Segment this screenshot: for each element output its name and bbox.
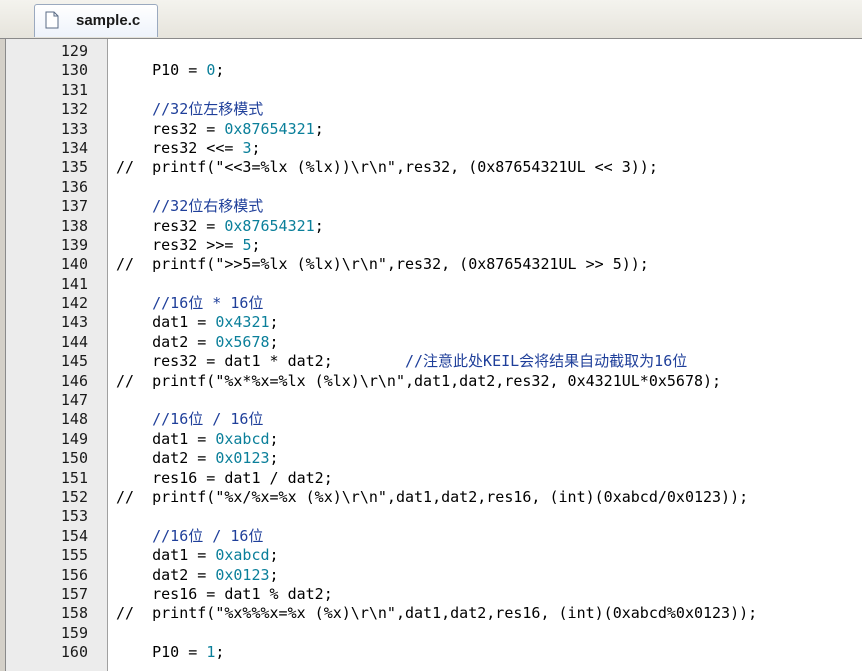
code-line[interactable]: 155 dat1 = 0xabcd; bbox=[6, 546, 862, 565]
line-number: 142 bbox=[60, 294, 88, 313]
code-line[interactable]: 132 //32位左移模式 bbox=[6, 100, 862, 119]
line-code: res16 = dat1 / dat2; bbox=[116, 468, 333, 487]
line-number: 139 bbox=[60, 235, 88, 254]
line-code: // printf("<<3=%lx (%lx))\r\n",res32, (0… bbox=[116, 158, 658, 177]
code-line[interactable]: 150 dat2 = 0x0123; bbox=[6, 449, 862, 468]
line-number: 135 bbox=[60, 158, 88, 177]
code-line[interactable]: 135 // printf("<<3=%lx (%lx))\r\n",res32,… bbox=[6, 158, 862, 177]
line-code: dat1 = 0x4321; bbox=[116, 313, 279, 332]
line-code: res32 = 0x87654321; bbox=[116, 216, 324, 235]
line-code: // printf("%x%%%x=%x (%x)\r\n",dat1,dat2… bbox=[116, 604, 758, 623]
line-number: 152 bbox=[60, 487, 88, 506]
code-line[interactable]: 146 // printf("%x*%x=%lx (%lx)\r\n",dat1,… bbox=[6, 372, 862, 391]
line-code: //16位 * 16位 bbox=[152, 294, 264, 313]
line-number: 160 bbox=[60, 643, 88, 662]
code-line[interactable]: 137 //32位右移模式 bbox=[6, 197, 862, 216]
line-number: 155 bbox=[60, 546, 88, 565]
code-line[interactable]: 145 res32 = dat1 * dat2; //注意此处KEIL会将结果自… bbox=[6, 352, 862, 371]
code-line[interactable]: 160 P10 = 1; bbox=[6, 643, 862, 662]
line-code: //16位 / 16位 bbox=[152, 410, 264, 429]
line-number: 146 bbox=[60, 371, 88, 390]
code-line[interactable]: 142 //16位 * 16位 bbox=[6, 294, 862, 313]
line-code: res32 = 0x87654321; bbox=[116, 119, 324, 138]
code-line[interactable]: 149 dat1 = 0xabcd; bbox=[6, 430, 862, 449]
code-line[interactable]: 147 bbox=[6, 391, 862, 410]
line-number: 134 bbox=[60, 138, 88, 157]
line-number: 143 bbox=[60, 313, 88, 332]
code-line[interactable]: 130 P10 = 0; bbox=[6, 61, 862, 80]
line-code: res32 >>= 5; bbox=[116, 235, 261, 254]
line-number: 131 bbox=[60, 80, 88, 99]
code-line[interactable]: 139 res32 >>= 5; bbox=[6, 236, 862, 255]
file-icon bbox=[45, 11, 59, 29]
code-line[interactable]: 140 // printf(">>5=%lx (%lx)\r\n",res32, … bbox=[6, 255, 862, 274]
tab-label: sample.c bbox=[76, 12, 141, 29]
line-number: 151 bbox=[60, 468, 88, 487]
line-number: 156 bbox=[60, 565, 88, 584]
code-line[interactable]: 136 bbox=[6, 178, 862, 197]
line-code: res32 <<= 3; bbox=[116, 138, 261, 157]
line-number: 132 bbox=[60, 100, 88, 119]
line-number: 149 bbox=[60, 429, 88, 448]
editor-tab-bar: sample.c bbox=[0, 0, 862, 39]
tab-sample-c[interactable]: sample.c bbox=[34, 4, 158, 37]
code-line[interactable]: 141 bbox=[6, 275, 862, 294]
line-number: 154 bbox=[60, 526, 88, 545]
code-line[interactable]: 158 // printf("%x%%%x=%x (%x)\r\n",dat1,d… bbox=[6, 604, 862, 623]
line-code: dat2 = 0x0123; bbox=[116, 449, 279, 468]
code-line[interactable]: 154 //16位 / 16位 bbox=[6, 527, 862, 546]
line-code: P10 = 1; bbox=[116, 643, 225, 662]
line-code: dat1 = 0xabcd; bbox=[116, 429, 279, 448]
code-line[interactable]: 156 dat2 = 0x0123; bbox=[6, 566, 862, 585]
code-line[interactable]: 159 bbox=[6, 624, 862, 643]
line-number: 153 bbox=[60, 507, 88, 526]
line-code: dat1 = 0xabcd; bbox=[116, 546, 279, 565]
line-number: 141 bbox=[60, 274, 88, 293]
code-line[interactable]: 129 bbox=[6, 42, 862, 61]
line-code: dat2 = 0x5678; bbox=[116, 332, 279, 351]
line-number: 159 bbox=[60, 623, 88, 642]
line-number: 138 bbox=[60, 216, 88, 235]
line-code: //16位 / 16位 bbox=[152, 526, 264, 545]
line-code: P10 = 0; bbox=[116, 61, 225, 80]
code-line[interactable]: 131 bbox=[6, 81, 862, 100]
line-number: 145 bbox=[60, 352, 88, 371]
code-line[interactable]: 157 res16 = dat1 % dat2; bbox=[6, 585, 862, 604]
line-number: 148 bbox=[60, 410, 88, 429]
code-line[interactable]: 143 dat1 = 0x4321; bbox=[6, 313, 862, 332]
code-editor[interactable]: 129 130 P10 = 0; 131 132 //32位左移模式 133 res32… bbox=[5, 39, 862, 671]
line-number: 129 bbox=[60, 42, 88, 60]
code-line[interactable]: 138 res32 = 0x87654321; bbox=[6, 217, 862, 236]
line-code: // printf("%x/%x=%x (%x)\r\n",dat1,dat2,… bbox=[116, 487, 749, 506]
line-code: //32位右移模式 bbox=[152, 197, 264, 216]
line-number: 130 bbox=[60, 61, 88, 80]
line-number: 133 bbox=[60, 119, 88, 138]
line-code: // printf(">>5=%lx (%lx)\r\n",res32, (0x… bbox=[116, 255, 649, 274]
code-line[interactable]: 134 res32 <<= 3; bbox=[6, 139, 862, 158]
code-line[interactable]: 153 bbox=[6, 507, 862, 526]
line-code: // printf("%x*%x=%lx (%lx)\r\n",dat1,dat… bbox=[116, 371, 722, 390]
line-number: 136 bbox=[60, 177, 88, 196]
line-code: dat2 = 0x0123; bbox=[116, 565, 279, 584]
line-number: 147 bbox=[60, 391, 88, 410]
code-line[interactable]: 133 res32 = 0x87654321; bbox=[6, 120, 862, 139]
code-line[interactable]: 148 //16位 / 16位 bbox=[6, 410, 862, 429]
code-lines: 129 130 P10 = 0; 131 132 //32位左移模式 133 res32… bbox=[6, 42, 862, 663]
code-line[interactable]: 152 // printf("%x/%x=%x (%x)\r\n",dat1,da… bbox=[6, 488, 862, 507]
line-code: res32 = dat1 * dat2; //注意此处KEIL会将结果自动截取为… bbox=[116, 352, 688, 371]
line-number: 158 bbox=[60, 604, 88, 623]
code-line[interactable]: 144 dat2 = 0x5678; bbox=[6, 333, 862, 352]
line-number: 137 bbox=[60, 197, 88, 216]
line-number: 150 bbox=[60, 449, 88, 468]
line-number: 140 bbox=[60, 255, 88, 274]
line-code: //32位左移模式 bbox=[152, 100, 264, 119]
code-line[interactable]: 151 res16 = dat1 / dat2; bbox=[6, 469, 862, 488]
line-number: 144 bbox=[60, 332, 88, 351]
line-number: 157 bbox=[60, 584, 88, 603]
line-code: res16 = dat1 % dat2; bbox=[116, 584, 333, 603]
